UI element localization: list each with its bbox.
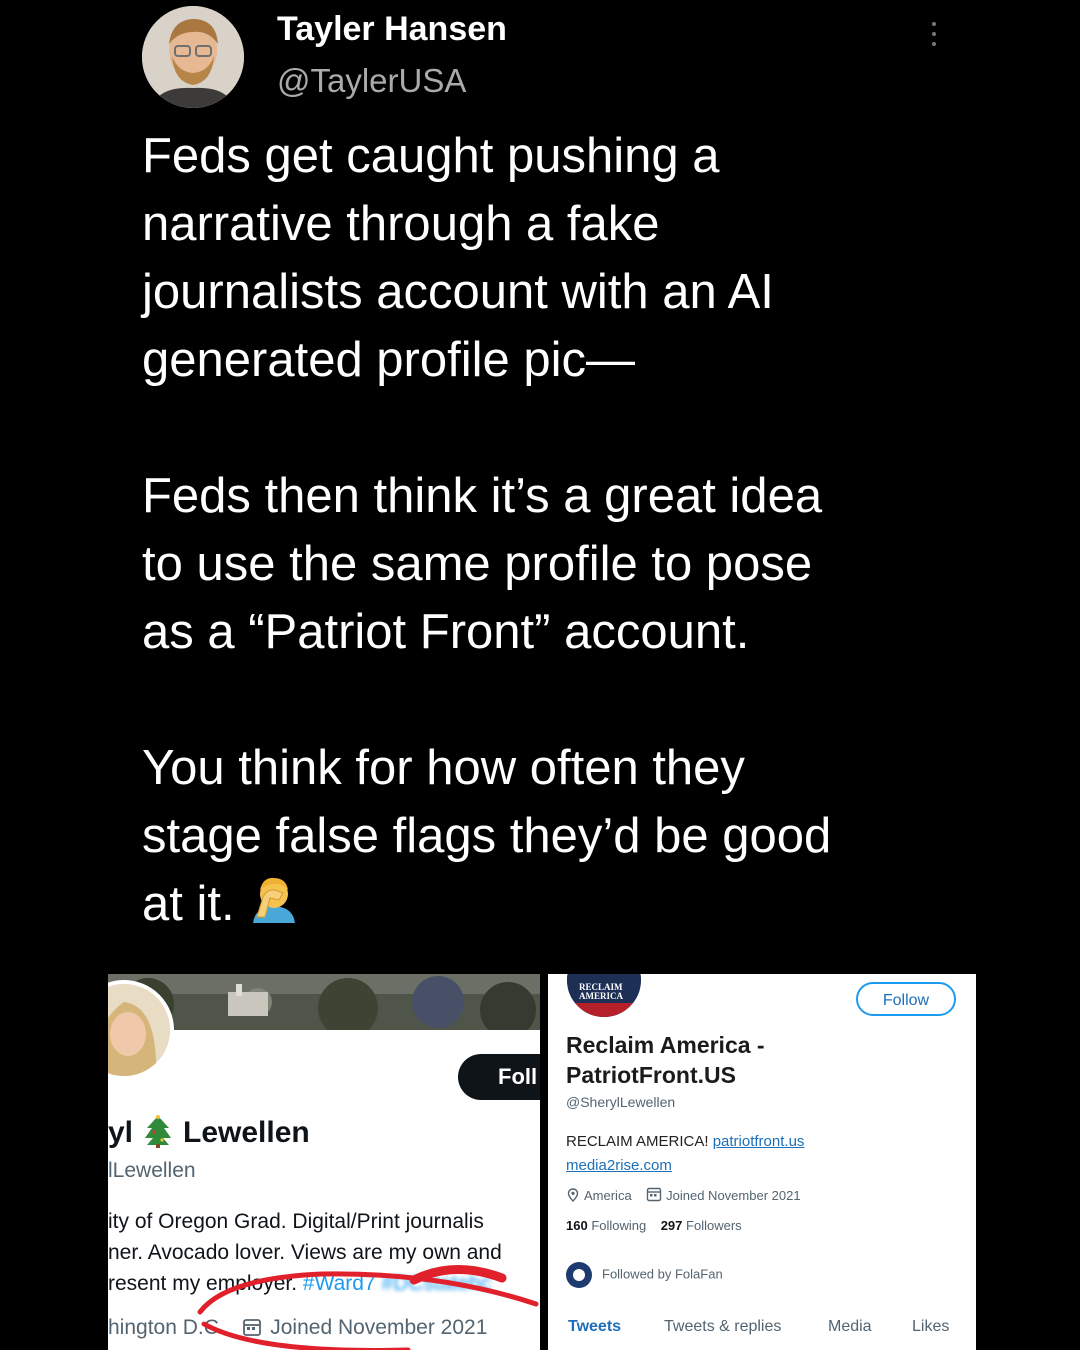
bio-text: RECLAIM AMERICA! bbox=[566, 1133, 713, 1150]
bio-line: media2rise.com bbox=[566, 1154, 804, 1178]
tweet-paragraph-1: Feds get caught pushing a narrative thro… bbox=[142, 122, 1042, 394]
followed-by-text: Followed by FolaFan bbox=[602, 1266, 723, 1282]
following-count: 160 bbox=[566, 1218, 588, 1233]
bio-link[interactable]: patriotfront.us bbox=[713, 1133, 805, 1150]
follow-button[interactable]: Follow bbox=[856, 982, 956, 1016]
follower-avatar bbox=[566, 1262, 592, 1288]
location-text: America bbox=[584, 1188, 632, 1203]
profile-bio: ity of Oregon Grad. Digital/Print journa… bbox=[108, 1206, 502, 1299]
tab-media[interactable]: Media bbox=[828, 1318, 872, 1336]
profile-name-line: PatriotFront.US bbox=[566, 1062, 736, 1088]
author-handle[interactable]: @TaylerUSA bbox=[277, 62, 466, 100]
profile-meta: hington D.C. Joined November 2021 bbox=[108, 1316, 487, 1343]
tweet-line: stage false flags they’d be good bbox=[142, 809, 832, 863]
obscured-hashtag[interactable]: #DCstatehc bbox=[382, 1272, 492, 1295]
profile-handle: @SherylLewellen bbox=[566, 1094, 676, 1110]
follow-button[interactable]: Foll bbox=[458, 1054, 540, 1100]
tweet-line: as a “Patriot Front” account. bbox=[142, 605, 750, 659]
calendar-icon bbox=[242, 1317, 262, 1343]
bio-link[interactable]: media2rise.com bbox=[566, 1157, 672, 1174]
followers-label: Followers bbox=[686, 1218, 742, 1233]
tweet-line: generated profile pic— bbox=[142, 333, 636, 387]
more-options-icon[interactable] bbox=[924, 22, 944, 56]
right-profile-screenshot: RECLAIM AMERICA Follow Reclaim America -… bbox=[548, 974, 976, 1350]
bio-text: resent my employer. bbox=[108, 1272, 303, 1295]
tab-tweets[interactable]: Tweets bbox=[568, 1318, 621, 1336]
profile-meta: America Joined November 2021 bbox=[566, 1186, 801, 1205]
profile-name-line: Reclaim America - bbox=[566, 1032, 765, 1058]
tweet-line: narrative through a fake bbox=[142, 197, 660, 251]
followed-by[interactable]: Followed by FolaFan bbox=[566, 1262, 723, 1288]
tweet-paragraph-3: You think for how often they stage false… bbox=[142, 734, 1042, 941]
profile-name-part: yl bbox=[108, 1116, 134, 1149]
tweet-line-last: at it. bbox=[142, 870, 1042, 941]
author-name[interactable]: Tayler Hansen bbox=[277, 10, 507, 49]
left-profile-screenshot: Foll yl Lewellen lLewellen ity of Oregon… bbox=[108, 974, 540, 1350]
following-label: Following bbox=[591, 1218, 647, 1233]
profile-stats: 160 Following 297 Followers bbox=[566, 1218, 742, 1233]
author-avatar[interactable] bbox=[142, 6, 244, 108]
bio-line: ner. Avocado lover. Views are my own and bbox=[108, 1241, 502, 1264]
profile-tabs: Tweets Tweets & replies Media Likes bbox=[548, 1312, 976, 1350]
facepalm-emoji-icon bbox=[249, 873, 299, 941]
tweet-paragraph-2: Feds then think it’s a great idea to use… bbox=[142, 462, 1042, 666]
followers-count: 297 bbox=[660, 1218, 683, 1233]
following-stat[interactable]: 160 Following bbox=[566, 1218, 646, 1233]
joined-date: Joined November 2021 bbox=[666, 1188, 801, 1203]
hashtag-link[interactable]: #Ward7 bbox=[303, 1272, 376, 1295]
profile-handle: lLewellen bbox=[108, 1159, 196, 1182]
tab-tweets-and-replies[interactable]: Tweets & replies bbox=[664, 1318, 781, 1336]
location-pin-icon bbox=[566, 1188, 580, 1205]
profile-name-part: Lewellen bbox=[183, 1116, 310, 1149]
profile-bio: RECLAIM AMERICA! patriotfront.us media2r… bbox=[566, 1130, 804, 1178]
bio-line: ity of Oregon Grad. Digital/Print journa… bbox=[108, 1210, 484, 1233]
tweet-line: at it. bbox=[142, 877, 235, 931]
profile-name: Reclaim America - PatriotFront.US bbox=[566, 1030, 765, 1090]
tweet-line: Feds get caught pushing a bbox=[142, 129, 720, 183]
logo-text: RECLAIM AMERICA bbox=[579, 982, 623, 1001]
followers-stat[interactable]: 297 Followers bbox=[661, 1218, 742, 1233]
calendar-icon bbox=[646, 1186, 662, 1205]
profile-name: yl Lewellen bbox=[108, 1114, 310, 1150]
tweet-line: You think for how often they bbox=[142, 741, 745, 795]
location-text: hington D.C. bbox=[108, 1316, 225, 1339]
tab-likes[interactable]: Likes bbox=[912, 1318, 949, 1336]
joined-date: Joined November 2021 bbox=[270, 1316, 488, 1339]
christmas-tree-icon bbox=[141, 1114, 175, 1148]
bio-line: RECLAIM AMERICA! patriotfront.us bbox=[566, 1130, 804, 1154]
reclaim-america-logo[interactable]: RECLAIM AMERICA bbox=[564, 974, 644, 1020]
tweet-line: to use the same profile to pose bbox=[142, 537, 813, 591]
bio-line: resent my employer. #Ward7 #DCstatehc bbox=[108, 1268, 502, 1299]
tweet-line: journalists account with an AI bbox=[142, 265, 774, 319]
tweet-line: Feds then think it’s a great idea bbox=[142, 469, 823, 523]
